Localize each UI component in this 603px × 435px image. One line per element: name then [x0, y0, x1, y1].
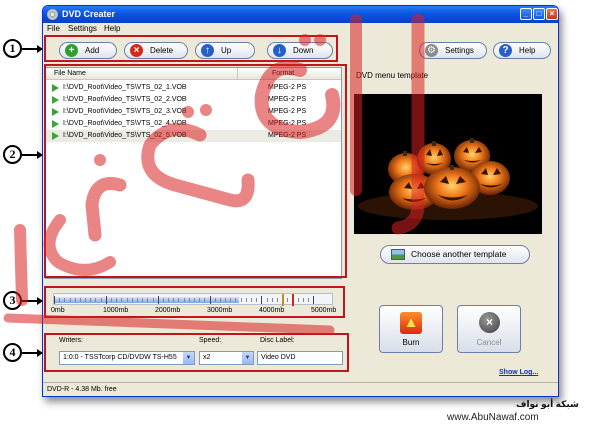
brand-url: www.AbuNawaf.com — [447, 412, 539, 423]
settings-button[interactable]: ⚙ Settings — [419, 42, 487, 59]
pumpkins-image — [354, 94, 542, 234]
burn-button[interactable]: ▲ Burn — [379, 305, 443, 353]
help-icon: ? — [499, 44, 512, 57]
help-button[interactable]: ? Help — [493, 42, 551, 59]
callout-arrow — [22, 349, 43, 357]
maximize-button[interactable]: □ — [533, 8, 545, 20]
callout-arrow — [22, 45, 43, 53]
brand-arabic: شبكة أبو نواف — [516, 399, 579, 409]
cancel-icon: × — [479, 312, 500, 333]
menu-settings[interactable]: Settings — [68, 24, 97, 33]
toolbar-highlight — [44, 35, 338, 62]
callout-4: 4 — [3, 343, 22, 362]
status-text: DVD-R - 4.38 Mb. free — [47, 386, 117, 393]
picture-icon — [391, 249, 405, 260]
choose-template-button[interactable]: Choose another template — [380, 245, 530, 264]
wrench-icon: ⚙ — [425, 44, 438, 57]
callout-arrow — [22, 297, 43, 305]
writers-highlight — [44, 333, 349, 372]
window-title: DVD Creater — [62, 9, 116, 19]
title-bar[interactable]: DVD Creater _ □ × — [43, 6, 558, 23]
cancel-button[interactable]: × Cancel — [457, 305, 521, 353]
menu-file[interactable]: File — [47, 24, 60, 33]
menu-bar: File Settings Help — [43, 23, 558, 35]
callout-3: 3 — [3, 291, 22, 310]
minimize-button[interactable]: _ — [520, 8, 532, 20]
template-label: DVD menu template — [356, 71, 429, 80]
template-preview — [354, 94, 542, 234]
callout-2: 2 — [3, 145, 22, 164]
callout-arrow — [22, 151, 43, 159]
disc-icon — [47, 9, 58, 20]
close-button[interactable]: × — [546, 8, 558, 20]
flame-icon: ▲ — [400, 312, 422, 334]
file-list-highlight — [44, 64, 347, 278]
callout-1: 1 — [3, 39, 22, 58]
size-bar-highlight — [44, 286, 345, 318]
status-bar: DVD-R - 4.38 Mb. free — [43, 382, 558, 396]
show-log-link[interactable]: Show Log... — [499, 369, 538, 376]
menu-help[interactable]: Help — [104, 24, 120, 33]
